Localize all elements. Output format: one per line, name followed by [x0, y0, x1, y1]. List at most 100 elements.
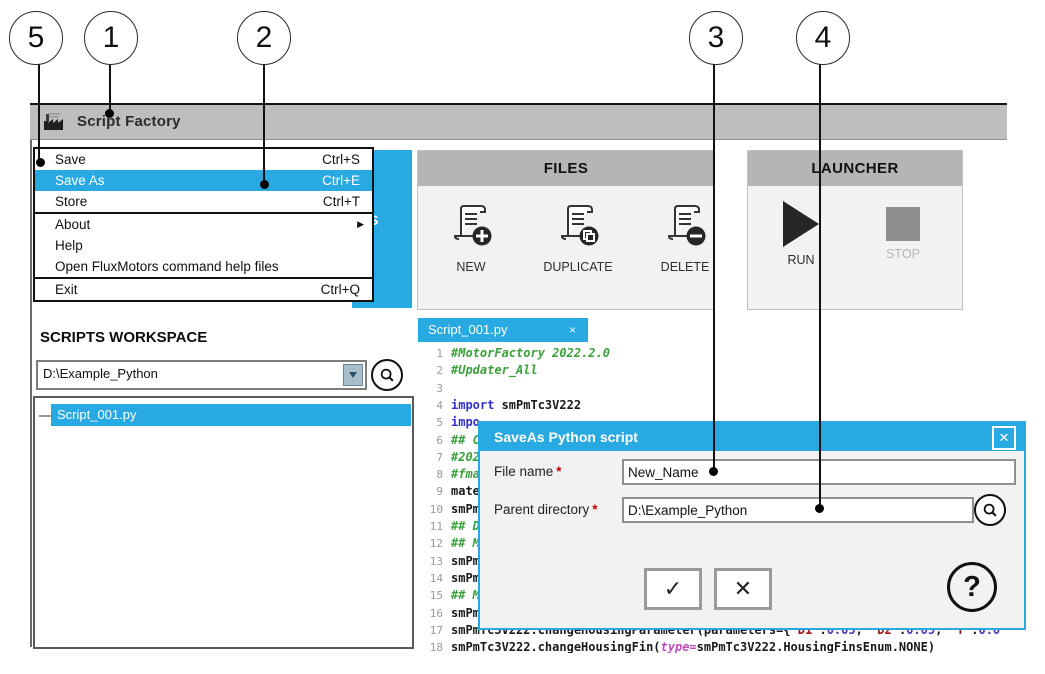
document-add-icon [447, 201, 495, 249]
menu-item-label: About [55, 217, 90, 232]
code-segment: smPmTc3V222.changeHousingFin( [451, 640, 661, 653]
code-line: 13 smPm [417, 553, 480, 570]
callout-3: 3 [689, 11, 743, 65]
menu-item-save[interactable]: Save Ctrl+S [35, 149, 372, 170]
code-line: 5impo [417, 414, 480, 431]
code-segment: #202 [451, 450, 480, 464]
delete-button[interactable]: DELETE [637, 201, 733, 274]
menu-item-label: Save [55, 152, 86, 167]
launcher-panel: LAUNCHER RUN STOP [747, 150, 963, 310]
menu-item-shortcut: Ctrl+Q [321, 279, 360, 300]
code-segment: #MotorFactory 2022.2.0 [451, 346, 610, 360]
code-line: 10smPm [417, 501, 480, 518]
run-icon [783, 201, 819, 247]
scripts-workspace-title: SCRIPTS WORKSPACE [40, 329, 207, 346]
code-segment: smPmTc3V222.HousingFinsEnum.NONE) [697, 640, 935, 653]
menu-item-label: Save As [55, 173, 105, 188]
code-line: 6## C [417, 432, 480, 449]
code-segment: ## C [451, 433, 480, 447]
code-segment: mate [451, 484, 480, 498]
ok-button[interactable]: ✓ [644, 568, 702, 610]
file-tool-label: NEW [423, 260, 519, 274]
menu-item-open-fluxmotors-command-help-files[interactable]: Open FluxMotors command help files [35, 256, 372, 277]
callout-line-4 [819, 63, 821, 508]
code-line: 11## D [417, 518, 480, 535]
tree-item-script[interactable]: Script_001.py [51, 404, 411, 426]
line-number: 18 [417, 639, 443, 653]
code-segment: smPm [451, 571, 480, 585]
code-segment: ## M [451, 588, 480, 602]
saveas-dialog: SaveAs Python script ✕ File name* Parent… [478, 421, 1026, 630]
callout-line-5 [38, 63, 40, 162]
menu-item-shortcut: Ctrl+S [322, 149, 360, 170]
screenshot-stage: Script Factory S FILES NEWDUPLICATEDELET… [0, 0, 1045, 674]
code-line: 1#MotorFactory 2022.2.0 [417, 345, 610, 362]
callout-line-2 [263, 63, 265, 184]
menu-item-label: Open FluxMotors command help files [55, 259, 279, 274]
callout-dot-3 [709, 467, 718, 476]
parent-directory-input[interactable] [622, 497, 974, 523]
workspace-search-button[interactable] [371, 359, 403, 391]
code-line: 3 [417, 380, 451, 397]
workspace-path-value: D:\Example_Python [43, 366, 158, 381]
code-line: 12 ## M [417, 535, 480, 552]
tab-close-icon[interactable]: × [569, 318, 576, 342]
dialog-title: SaveAs Python script [480, 423, 1024, 451]
tree-branch-line [39, 415, 51, 417]
run-button[interactable]: RUN [753, 201, 849, 267]
callout-1: 1 [84, 11, 138, 65]
stop-icon [886, 207, 920, 241]
menu-item-label: Store [55, 194, 87, 209]
line-number: 12 [417, 535, 443, 552]
file-name-label: File name* [494, 464, 562, 479]
callout-line-1 [109, 63, 111, 113]
line-number: 17 [417, 622, 443, 639]
menu-item-exit[interactable]: ExitCtrl+Q [35, 279, 372, 300]
required-asterisk: * [592, 502, 597, 517]
line-number: 13 [417, 553, 443, 570]
callout-dot-5 [36, 158, 45, 167]
menu-item-help[interactable]: Help [35, 235, 372, 256]
menu-item-store[interactable]: Store Ctrl+T [35, 191, 372, 212]
menu-item-shortcut: Ctrl+E [322, 170, 360, 191]
document-copy-icon [554, 201, 602, 249]
line-number: 11 [417, 518, 443, 535]
line-number: 10 [417, 501, 443, 518]
line-number: 16 [417, 605, 443, 622]
menu-item-save-as[interactable]: Save As Ctrl+E [35, 170, 372, 191]
duplicate-button[interactable]: DUPLICATE [530, 201, 626, 274]
required-asterisk: * [556, 464, 561, 479]
line-number: 14 [417, 570, 443, 587]
callout-line-3 [713, 63, 715, 471]
factory-icon [42, 112, 68, 132]
editor-tab[interactable]: Script_001.py × [418, 318, 588, 342]
code-line: 4import smPmTc3V222 [417, 397, 581, 414]
dialog-close-icon[interactable]: ✕ [992, 426, 1016, 450]
code-segment: ## M [451, 536, 480, 550]
checkmark-icon: ✓ [664, 576, 682, 602]
file-tool-label: DUPLICATE [530, 260, 626, 274]
document-remove-icon [661, 201, 709, 249]
window-left-border [30, 140, 32, 647]
callout-2: 2 [237, 11, 291, 65]
editor-tab-label: Script_001.py [428, 318, 508, 342]
launcher-panel-header: LAUNCHER [748, 151, 962, 186]
code-segment: smPmTc3V222 [502, 398, 581, 412]
code-line: 18smPmTc3V222.changeHousingFin(type=smPm… [417, 639, 935, 653]
chevron-down-icon[interactable] [343, 364, 363, 386]
code-line: 16smPm [417, 605, 480, 622]
browse-directory-button[interactable] [974, 494, 1006, 526]
workspace-path-combobox[interactable]: D:\Example_Python [36, 360, 367, 390]
menu-item-about[interactable]: About ▶ [35, 214, 372, 235]
menu-item-shortcut: Ctrl+T [323, 191, 360, 212]
code-segment: smPm [451, 554, 480, 568]
cancel-button[interactable]: ✕ [714, 568, 772, 610]
line-number: 8 [417, 466, 443, 483]
help-button[interactable]: ? [947, 562, 997, 612]
run-label: RUN [753, 253, 849, 267]
code-line: 2#Updater_All [417, 362, 538, 379]
menu-item-label: Help [55, 238, 83, 253]
code-segment: #Updater_All [451, 363, 538, 377]
new-button[interactable]: NEW [423, 201, 519, 274]
submenu-arrow-icon: ▶ [357, 214, 364, 235]
